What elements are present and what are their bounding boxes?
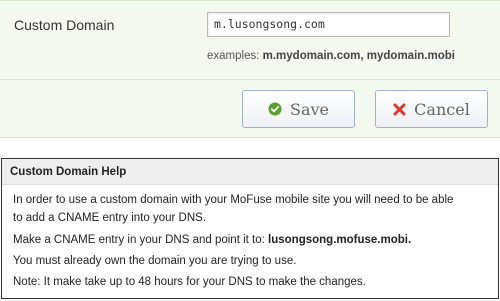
custom-domain-input[interactable]: m.lusongsong.com xyxy=(207,12,450,37)
cname-target: lusongsong.mofuse.mobi. xyxy=(268,234,412,246)
form-top-divider xyxy=(0,0,500,1)
help-line-1: In order to use a custom domain with you… xyxy=(13,194,454,206)
examples-value: m.mydomain.com, mydomain.mobi xyxy=(262,50,455,62)
custom-domain-help-box: Custom Domain Help In order to use a cus… xyxy=(1,158,499,299)
form-bottom-divider xyxy=(0,137,500,138)
help-title: Custom Domain Help xyxy=(2,159,498,185)
save-button-label: Save xyxy=(289,99,329,119)
x-icon xyxy=(393,103,406,116)
help-line-3-prefix: Make a CNAME entry in your DNS and point… xyxy=(13,234,265,246)
help-line-2: to add a CNAME entry into your DNS. xyxy=(13,212,207,224)
save-button[interactable]: Save xyxy=(242,90,355,128)
cancel-button-label: Cancel xyxy=(414,99,470,119)
custom-domain-form: Custom Domain m.lusongsong.com examples:… xyxy=(0,0,500,138)
form-row-divider xyxy=(0,79,500,80)
examples-prefix: examples: xyxy=(207,50,260,62)
custom-domain-label: Custom Domain xyxy=(14,17,115,33)
cancel-button[interactable]: Cancel xyxy=(375,90,488,128)
domain-examples: examples: m.mydomain.com, mydomain.mobi xyxy=(207,50,455,62)
help-line-5: Note: It make take up to 48 hours for yo… xyxy=(13,276,366,288)
help-line-3: Make a CNAME entry in your DNS and point… xyxy=(13,234,411,246)
check-circle-icon xyxy=(268,102,282,116)
help-line-4: You must already own the domain you are … xyxy=(13,255,297,267)
